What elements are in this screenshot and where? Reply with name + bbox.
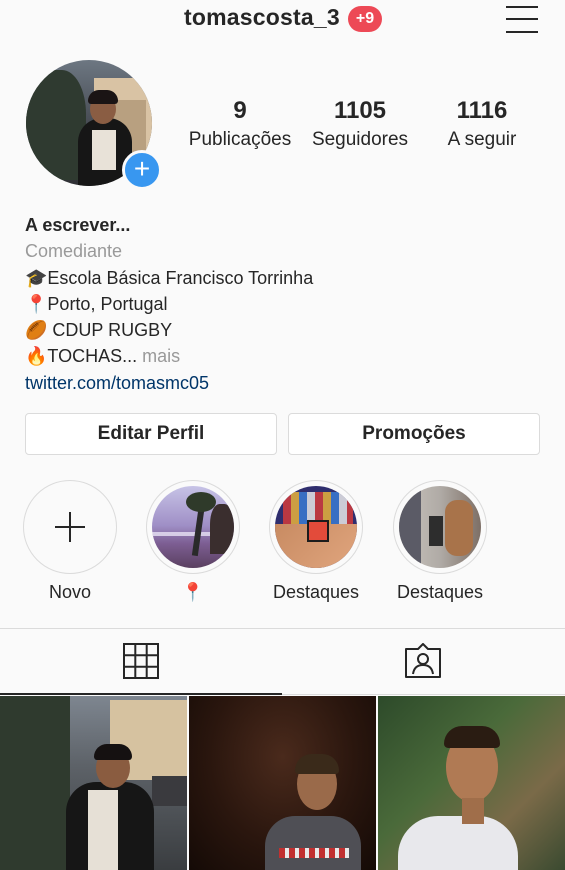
rugby-ball-icon: 🏉 (25, 320, 48, 341)
tab-tagged[interactable] (282, 629, 564, 695)
post-thumbnail[interactable] (378, 696, 565, 870)
highlight-destaques-2[interactable]: Destaques (390, 480, 490, 604)
highlight-location[interactable]: 📍 (143, 480, 243, 604)
bio-line-tochas: 🔥TOCHAS... mais (25, 346, 181, 367)
stat-followers[interactable]: 1105 Seguidores (306, 96, 414, 153)
grid-icon (123, 643, 159, 679)
highlight-new[interactable]: Novo (20, 480, 120, 604)
graduation-cap-icon: 🎓 (25, 267, 48, 288)
tagged-person-icon (405, 643, 441, 678)
highlight-cover[interactable] (393, 480, 487, 574)
highlight-label: Destaques (272, 582, 360, 602)
post-thumbnail[interactable] (189, 696, 376, 870)
profile-bio: A escrever... Comediante 🎓Escola Básica … (25, 212, 313, 396)
promotions-button[interactable]: Promoções (288, 413, 540, 455)
profile-name: A escrever... (25, 215, 131, 235)
post-thumbnail[interactable] (0, 696, 187, 870)
stat-following[interactable]: 1116 A seguir (428, 96, 536, 153)
stat-posts[interactable]: 9 Publicações (186, 96, 294, 153)
following-count: 1116 (456, 97, 508, 124)
fire-icon: 🔥 (25, 346, 48, 367)
posts-count: 9 (233, 97, 247, 124)
more-link[interactable]: mais (142, 346, 180, 366)
following-label: A seguir (447, 129, 517, 150)
highlight-destaques-1[interactable]: Destaques (266, 480, 366, 604)
notification-badge[interactable]: +9 (348, 6, 382, 32)
bio-line-school: 🎓Escola Básica Francisco Torrinha (25, 267, 314, 288)
tab-posts-grid[interactable] (0, 629, 282, 695)
highlight-cover[interactable] (146, 480, 240, 574)
edit-profile-button[interactable]: Editar Perfil (25, 413, 277, 455)
add-story-plus-icon[interactable]: + (122, 150, 162, 190)
bio-line-rugby: 🏉 CDUP RUGBY (25, 320, 173, 341)
profile-category: Comediante (25, 241, 123, 262)
bio-website-link[interactable]: twitter.com/tomasmc05 (25, 370, 313, 396)
highlight-new-circle[interactable] (23, 480, 117, 574)
hamburger-menu-icon[interactable] (506, 4, 538, 34)
profile-username[interactable]: tomascosta_3 (184, 4, 340, 31)
highlight-label: Novo (48, 582, 92, 602)
plus-icon (55, 512, 85, 542)
tab-underline-divider (282, 694, 565, 695)
pin-icon: 📍 (181, 582, 205, 602)
highlight-cover[interactable] (269, 480, 363, 574)
top-bar: tomascosta_3 +9 (0, 0, 565, 44)
posts-label: Publicações (188, 129, 292, 150)
followers-count: 1105 (333, 97, 387, 124)
followers-label: Seguidores (311, 129, 409, 150)
pin-icon: 📍 (25, 293, 48, 314)
highlight-label: Destaques (396, 582, 484, 602)
bio-line-location: 📍Porto, Portugal (25, 293, 168, 314)
